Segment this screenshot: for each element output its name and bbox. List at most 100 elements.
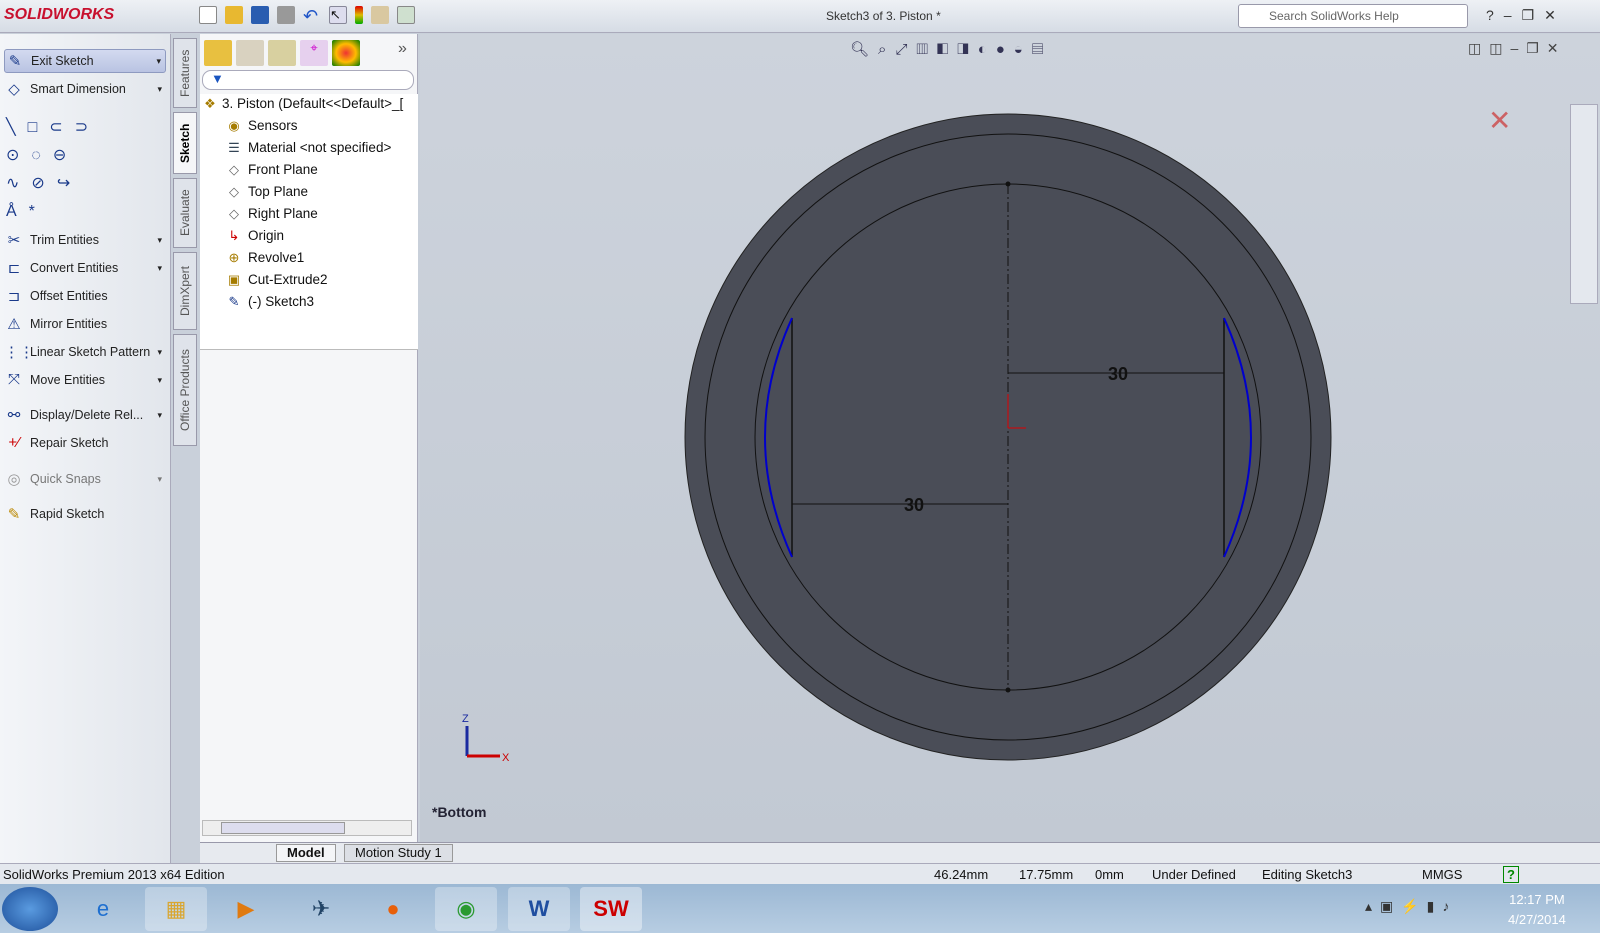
file-properties-icon[interactable] [371,6,389,24]
label: Linear Sketch Pattern [30,345,151,359]
document-title: Sketch3 of 3. Piston * [826,9,941,23]
trim-entities-button[interactable]: ✂ Trim Entities ▾ [4,228,166,252]
feature-tree: ❖ 3. Piston (Default<<Default>_[ ◉ Sensors… [200,94,418,350]
clock[interactable]: 12:17 PM 4/27/2014 [1508,890,1566,930]
solidworks-taskbar-icon[interactable]: SW [580,887,642,931]
tree-node-origin[interactable]: ↳ Origin [229,228,285,244]
part-icon: ❖ [204,95,216,111]
tree-node-sensors[interactable]: ◉ Sensors [228,118,297,134]
offset-icon: ⊐ [7,288,21,305]
tree-node-cut-extrude2[interactable]: ▣ Cut-Extrude2 [228,272,328,288]
tab-office-products[interactable]: Office Products [173,334,197,446]
word-icon[interactable]: W [508,887,570,931]
chrome-icon[interactable]: ◉ [435,887,497,931]
label: Right Plane [248,206,318,221]
tree-node-right-plane[interactable]: ◇ Right Plane [229,206,318,222]
explorer-icon[interactable]: ▦ [145,887,207,931]
snaps-icon: ◎ [7,471,21,488]
move-icon: ⤧ [7,371,20,388]
sketch-canvas[interactable]: 30 30 Z X [420,34,1600,842]
smart-dimension-icon: ◇ [8,81,20,98]
tab-sketch[interactable]: Sketch [173,112,197,174]
help-icon[interactable]: ? [1503,866,1519,883]
units-selector[interactable]: MMGS [1422,867,1462,882]
filter-input[interactable]: ▼ [202,70,414,90]
app-icon[interactable]: ✈ [290,887,352,931]
start-button[interactable] [2,887,58,931]
windows-taskbar: e ▦ ▶ ✈ ● ◉ W SW ▴▣⚡▮♪ 12:17 PM 4/27/2014 [0,884,1600,933]
tree-node-revolve1[interactable]: ⊕ Revolve1 [229,250,305,266]
sketch-state: Under Defined [1152,867,1236,882]
linear-pattern-button[interactable]: ⋮⋮ Linear Sketch Pattern ▾ [4,340,166,364]
open-icon[interactable] [225,6,243,24]
tree-root[interactable]: ❖ 3. Piston (Default<<Default>_[ [204,96,403,112]
origin-icon: ↳ [228,227,240,243]
quick-snaps-button[interactable]: ◎ Quick Snaps ▾ [4,467,166,491]
quick-access-toolbar: ↶ ↖ [195,6,419,26]
label: Repair Sketch [30,436,109,450]
expand-icon[interactable]: » [398,40,407,66]
system-tray-icons[interactable]: ▴▣⚡▮♪ [1365,898,1457,915]
options-icon[interactable] [397,6,415,24]
triad-z-label: Z [462,713,469,725]
firefox-icon[interactable]: ● [362,887,424,931]
trim-icon: ✂ [7,232,21,249]
select-icon[interactable]: ↖ [329,6,347,24]
label: Smart Dimension [30,82,126,96]
move-entities-button[interactable]: ⤧ Move Entities ▾ [4,368,166,392]
time: 12:17 PM [1509,892,1565,907]
undo-icon[interactable]: ↶ [303,6,321,26]
tab-model[interactable]: Model [276,844,336,862]
mirror-icon: ⚠ [7,316,21,333]
exit-sketch-button[interactable]: ✎ Exit Sketch ▾ [4,49,166,73]
tab-motion-study[interactable]: Motion Study 1 [344,844,453,862]
print-icon[interactable] [277,6,295,24]
sensor-icon: ◉ [228,117,240,133]
repair-sketch-button[interactable]: +⁄ Repair Sketch [4,431,166,455]
label: Material <not specified> [248,140,392,155]
window-controls[interactable]: ?–❐✕ [1486,7,1566,24]
tree-node-front-plane[interactable]: ◇ Front Plane [229,162,318,178]
display-manager-tab-icon[interactable] [332,40,360,66]
pattern-icon: ⋮⋮ [4,344,34,361]
rebuild-icon[interactable] [355,6,363,24]
tree-node-material[interactable]: ☰ Material <not specified> [228,140,392,156]
feature-manager-panel: ⌖ » ▼ ❖ 3. Piston (Default<<Default>_[ ◉ S… [200,34,418,842]
display-delete-relations-button[interactable]: ⚯ Display/Delete Rel... ▾ [4,403,166,427]
centerline-endpoint [1005,687,1011,693]
dimension-value[interactable]: 30 [1108,364,1128,384]
media-player-icon[interactable]: ▶ [215,887,277,931]
label: Convert Entities [30,261,119,275]
graphics-viewport[interactable]: 🔍︎⌕⤢▥◧◨◐●◒▤ ◫◫–❐✕ ✕ 30 30 Z X *Bottom [420,34,1600,842]
command-manager: ✎ Exit Sketch ▾ ◇ Smart Dimension ▾ ╲□⊂⊃ ⊙◌⊖ ∿… [0,34,171,863]
search-input[interactable]: Search SolidWorks Help [1238,4,1468,28]
convert-entities-button[interactable]: ⊏ Convert Entities ▾ [4,256,166,280]
offset-entities-button[interactable]: ⊐ Offset Entities [4,284,166,308]
label: Mirror Entities [30,317,108,331]
property-manager-tab-icon[interactable] [236,40,264,66]
tree-node-top-plane[interactable]: ◇ Top Plane [229,184,308,200]
panel-tabs: ⌖ » [204,40,407,66]
tab-features[interactable]: Features [173,38,197,108]
horizontal-scrollbar[interactable] [202,820,412,836]
save-icon[interactable] [251,6,269,24]
ie-icon[interactable]: e [72,887,134,931]
smart-dimension-button[interactable]: ◇ Smart Dimension ▾ [4,77,166,101]
convert-icon: ⊏ [7,260,21,277]
feature-tree-tab-icon[interactable] [204,40,232,66]
solidworks-logo[interactable]: SOLIDWORKS [4,6,114,24]
configuration-tab-icon[interactable] [268,40,296,66]
new-icon[interactable] [199,6,217,24]
rapid-sketch-button[interactable]: ✎ Rapid Sketch [4,502,166,526]
dimxpert-tab-icon[interactable]: ⌖ [300,40,328,66]
mirror-entities-button[interactable]: ⚠ Mirror Entities [4,312,166,336]
label: Front Plane [248,162,318,177]
title-bar: SOLIDWORKS ↶ ↖ Sketch3 of 3. Piston * Se… [0,0,1600,33]
dimension-value[interactable]: 30 [904,495,924,515]
label: Display/Delete Rel... [30,408,144,422]
sketch-tools-grid[interactable]: ╲□⊂⊃ ⊙◌⊖ ∿⊘↪ Å* [6,114,156,226]
label: Origin [248,228,285,243]
tab-dimxpert[interactable]: DimXpert [173,252,197,330]
tree-node-sketch3[interactable]: ✎ (-) Sketch3 [229,294,314,310]
tab-evaluate[interactable]: Evaluate [173,178,197,248]
